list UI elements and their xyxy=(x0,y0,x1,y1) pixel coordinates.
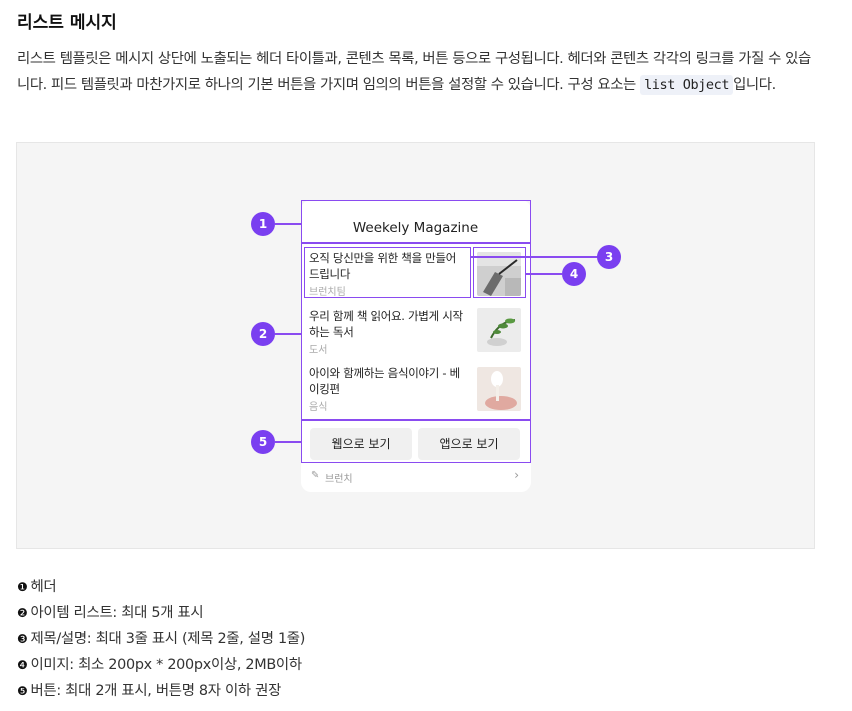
callout-3: 3 xyxy=(597,245,621,269)
header-title: Weekely Magazine xyxy=(352,220,479,236)
food-photo-icon xyxy=(477,367,521,411)
description-suffix: 입니다. xyxy=(733,77,776,93)
item-desc: 도서 xyxy=(309,345,328,356)
component-legend: ❶ 헤더 ❷ 아이템 리스트: 최대 5개 표시 ❸ 제목/설명: 최대 3줄 표시 … xyxy=(17,574,305,704)
list-message-card: Weekely Magazine 오직 당신만을 위한 책을 만들어 드립니다 … xyxy=(301,200,531,492)
callout-5: 5 xyxy=(251,430,275,454)
inline-code: list Object xyxy=(640,75,734,95)
callout-2: 2 xyxy=(251,322,275,346)
item-title: 아이와 함께하는 음식이야기 - 베이킹편 xyxy=(309,366,460,396)
app-view-button[interactable]: 앱으로 보기 xyxy=(418,428,520,460)
template-preview-figure: Weekely Magazine 오직 당신만을 위한 책을 만들어 드립니다 … xyxy=(16,142,815,549)
chevron-right-icon: › xyxy=(514,468,519,482)
item-image xyxy=(477,367,521,411)
section-title: 리스트 메시지 xyxy=(17,13,117,33)
list-message-doc: 리스트 메시지 리스트 템플릿은 메시지 상단에 노출되는 헤더 타이틀과, 콘… xyxy=(0,0,852,711)
description: 리스트 템플릿은 메시지 상단에 노출되는 헤더 타이틀과, 콘텐츠 목록, 버… xyxy=(17,46,817,98)
callout-line xyxy=(275,223,302,225)
image-outline xyxy=(473,247,526,298)
item-title: 우리 함께 책 읽어요. 가볍게 시작하는 독서 xyxy=(309,309,463,339)
brunch-pen-icon: ✎ xyxy=(311,470,320,481)
item-desc: 음식 xyxy=(309,402,328,413)
brunch-footer[interactable]: ✎ 브런치 › xyxy=(301,464,531,492)
list-item[interactable]: 우리 함께 책 읽어요. 가볍게 시작하는 독서 도서 xyxy=(309,308,469,356)
callout-line xyxy=(526,273,562,275)
callout-4: 4 xyxy=(562,262,586,286)
plant-photo-icon xyxy=(477,308,521,352)
footer-label: 브런치 xyxy=(325,474,353,485)
callout-line xyxy=(471,256,599,258)
item-image xyxy=(477,308,521,352)
callout-line xyxy=(275,333,302,335)
callout-line xyxy=(275,441,302,443)
web-view-button[interactable]: 웹으로 보기 xyxy=(310,428,412,460)
title-desc-outline xyxy=(304,247,471,298)
callout-1: 1 xyxy=(251,212,275,236)
legend-item: ❺ 버튼: 최대 2개 표시, 버튼명 8자 이하 권장 xyxy=(17,683,282,699)
legend-item: ❶ 헤더 xyxy=(17,579,57,595)
legend-item: ❸ 제목/설명: 최대 3줄 표시 (제목 2줄, 설명 1줄) xyxy=(17,631,306,647)
legend-item: ❷ 아이템 리스트: 최대 5개 표시 xyxy=(17,605,204,621)
legend-item: ❹ 이미지: 최소 200px * 200px이상, 2MB이하 xyxy=(17,657,302,673)
list-item[interactable]: 아이와 함께하는 음식이야기 - 베이킹편 음식 xyxy=(309,365,469,413)
button-row: 웹으로 보기 앱으로 보기 xyxy=(301,420,531,463)
